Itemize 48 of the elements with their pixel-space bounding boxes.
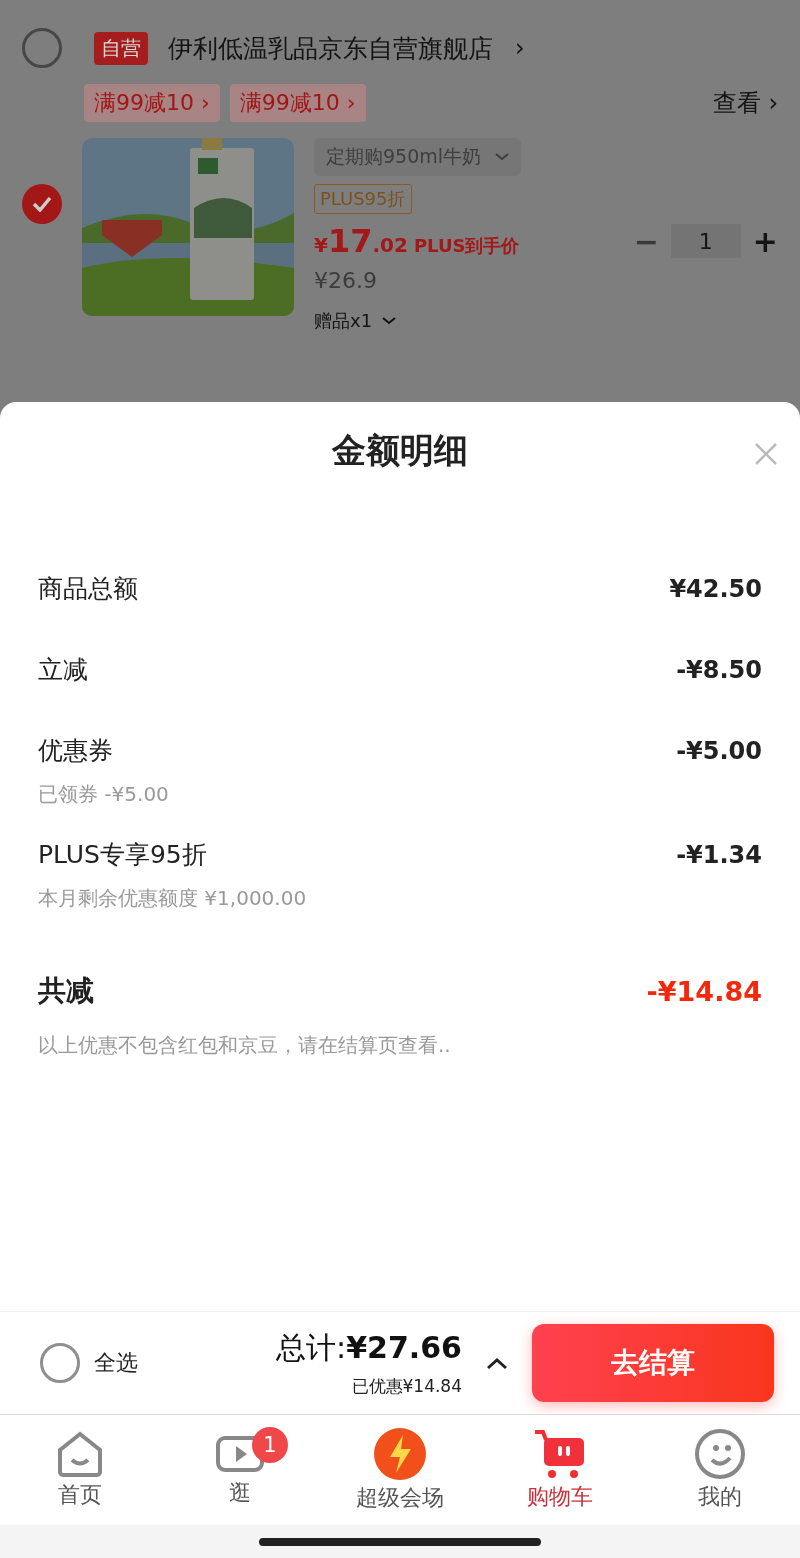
- discount-footnote: 以上优惠不包含红包和京豆，请在结算页查看..: [38, 1032, 452, 1059]
- tab-item[interactable]: 首页: [0, 1415, 160, 1525]
- select-all-label[interactable]: 全选: [94, 1348, 138, 1378]
- quantity-field[interactable]: 1: [670, 224, 741, 258]
- lightning-icon: [373, 1427, 427, 1481]
- amount-label: 商品总额: [38, 573, 138, 605]
- chevron-down-icon: [495, 153, 510, 161]
- view-link[interactable]: 查看 ›: [712, 87, 778, 119]
- tab-item[interactable]: 逛 1: [160, 1415, 320, 1525]
- chevron-text: ›: [515, 34, 525, 62]
- amount-note: 已领券 -¥5.00: [38, 781, 170, 808]
- amount-value: -¥5.00: [676, 736, 762, 765]
- increase-button[interactable]: +: [752, 223, 778, 259]
- amount-label: 优惠券: [38, 735, 113, 767]
- amount-value: -¥8.50: [676, 655, 762, 684]
- amount-value: -¥1.34: [676, 840, 762, 869]
- plus-discount-tag: PLUS95折: [314, 184, 412, 214]
- check-icon: [32, 196, 52, 212]
- store-name[interactable]: 伊利低温乳品京东自营旗舰店: [168, 31, 493, 65]
- notification-badge: 1: [252, 1427, 288, 1463]
- checkout-button[interactable]: 去结算: [532, 1324, 774, 1402]
- caret-up-icon[interactable]: [486, 1356, 508, 1370]
- close-icon[interactable]: [754, 442, 778, 466]
- amount-label: 立减: [38, 654, 88, 686]
- select-all-checkbox[interactable]: [40, 1343, 80, 1383]
- saved-amount: 已优惠¥14.84: [351, 1375, 462, 1398]
- tab-item[interactable]: 超级会场: [320, 1415, 480, 1525]
- amount-label: PLUS专享95折: [38, 839, 207, 871]
- original-price: ¥26.9: [314, 268, 378, 293]
- total-discount-value: -¥14.84: [646, 975, 762, 1007]
- tab-item[interactable]: 购物车: [480, 1415, 640, 1525]
- sheet-title: 金额明细: [331, 429, 469, 472]
- plus-price: ¥17.02 PLUS到手价: [314, 222, 520, 260]
- total-price: 总计:¥27.66: [276, 1329, 462, 1367]
- tab-item[interactable]: 我的: [640, 1415, 800, 1525]
- store-checkbox[interactable]: [22, 28, 62, 68]
- promo-tag[interactable]: 满99减10 ›: [84, 84, 220, 122]
- spec-dropdown[interactable]: 定期购950ml牛奶: [314, 138, 522, 176]
- home-icon: [55, 1430, 105, 1478]
- self-operated-badge: 自营: [94, 31, 148, 65]
- smiley-icon: [694, 1428, 746, 1480]
- amount-note: 本月剩余优惠额度 ¥1,000.00: [38, 885, 308, 912]
- promo-tag[interactable]: 满99减10 ›: [229, 84, 366, 122]
- item-checkbox[interactable]: [22, 184, 62, 224]
- total-discount-label: 共减: [38, 973, 94, 1009]
- amount-value: ¥42.50: [669, 574, 762, 603]
- gift-dropdown[interactable]: 赠品x1: [314, 309, 397, 333]
- chevron-down-icon: [382, 317, 397, 325]
